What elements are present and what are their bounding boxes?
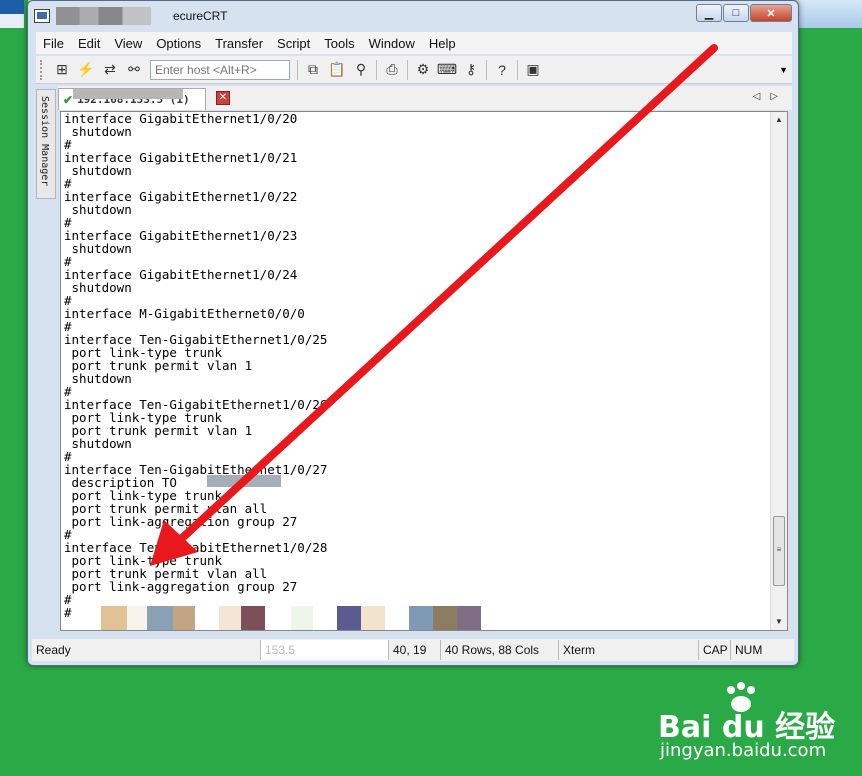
menu-tools[interactable]: Tools bbox=[317, 36, 361, 51]
host-input[interactable] bbox=[150, 59, 290, 80]
baidu-url: jingyan.baidu.com bbox=[660, 740, 827, 761]
close-button[interactable]: ✕ bbox=[750, 4, 792, 22]
help-icon[interactable]: ? bbox=[492, 60, 512, 80]
window-title: ecureCRT bbox=[173, 9, 228, 23]
title-redacted bbox=[56, 7, 151, 25]
menu-help[interactable]: Help bbox=[422, 36, 463, 51]
menu-bar: File Edit View Options Transfer Script T… bbox=[36, 32, 792, 54]
menu-file[interactable]: File bbox=[36, 36, 71, 51]
session-manager-label: Session Manager bbox=[39, 96, 50, 187]
tab-scroll-arrows[interactable]: ◁▷ bbox=[753, 91, 788, 102]
status-terminal-size: 40 Rows, 88 Cols bbox=[440, 640, 558, 660]
terminal-line: # bbox=[64, 592, 72, 607]
sftp-icon[interactable]: ⚷ bbox=[461, 60, 481, 80]
toolbar-separator bbox=[297, 59, 298, 80]
minimize-button[interactable]: ▁ bbox=[696, 4, 722, 22]
reconnect-icon[interactable]: ⇄ bbox=[100, 60, 120, 80]
status-terminal-type: Xterm bbox=[558, 640, 698, 660]
prompt-redacted bbox=[101, 606, 481, 630]
window-controls: ▁ □ ✕ bbox=[695, 4, 792, 22]
scroll-down-icon[interactable]: ▼ bbox=[771, 614, 787, 630]
screen-icon[interactable]: ▣ bbox=[523, 60, 543, 80]
terminal-line: shutdown bbox=[64, 436, 132, 451]
vertical-scrollbar[interactable]: ▲ ≡ ▼ bbox=[770, 112, 787, 630]
connect-icon[interactable]: ⊞ bbox=[52, 60, 72, 80]
desktop-icon bbox=[0, 0, 24, 14]
toolbar-grip[interactable] bbox=[40, 59, 46, 80]
toolbar: ⊞ ⚡ ⇄ ⚯ ⧉ 📋 ⚲ ⎙ ⚙ ⌨ ⚷ ? ▣ ▼ bbox=[36, 56, 792, 84]
terminal-view[interactable]: interface GigabitEthernet1/0/20 shutdown… bbox=[60, 111, 788, 631]
terminal-output: interface GigabitEthernet1/0/20 shutdown… bbox=[64, 112, 327, 619]
toolbar-separator bbox=[407, 59, 408, 80]
tab-redacted bbox=[73, 89, 183, 99]
status-cursor-position: 40, 19 bbox=[388, 640, 440, 660]
find-icon[interactable]: ⚲ bbox=[351, 60, 371, 80]
copy-icon[interactable]: ⧉ bbox=[303, 60, 323, 80]
connected-check-icon: ✔ bbox=[63, 92, 74, 107]
terminal-line: port link-aggregation group 27 bbox=[64, 579, 298, 594]
status-bar: Ready 153.5 40, 19 40 Rows, 88 Cols Xter… bbox=[32, 639, 794, 661]
baidu-watermark: Bai du 经验 jingyan.baidu.com bbox=[630, 676, 860, 776]
securecrt-window: ecureCRT ▁ □ ✕ File Edit View Options Tr… bbox=[27, 0, 799, 666]
status-host-redacted: 153.5 bbox=[260, 640, 388, 660]
terminal-line: shutdown bbox=[64, 280, 132, 295]
session-manager-tab[interactable]: Session Manager bbox=[36, 89, 56, 199]
terminal-line: port link-aggregation group 27 bbox=[64, 514, 298, 529]
terminal-line: shutdown bbox=[64, 124, 132, 139]
desktop-corner bbox=[798, 0, 862, 28]
print-icon[interactable]: ⎙ bbox=[382, 60, 402, 80]
menu-edit[interactable]: Edit bbox=[71, 36, 107, 51]
session-tab[interactable]: ✔ 192.168.153.5 (1) bbox=[58, 88, 206, 110]
toolbar-separator bbox=[376, 59, 377, 80]
title-bar[interactable]: ecureCRT ▁ □ ✕ bbox=[28, 1, 798, 31]
toolbar-overflow-icon[interactable]: ▼ bbox=[779, 65, 788, 75]
disconnect-icon[interactable]: ⚯ bbox=[124, 60, 144, 80]
toolbar-separator bbox=[517, 59, 518, 80]
keymap-icon[interactable]: ⌨ bbox=[437, 60, 457, 80]
menu-view[interactable]: View bbox=[107, 36, 149, 51]
terminal-line: interface M-GigabitEthernet0/0/0 bbox=[64, 306, 305, 321]
settings-icon[interactable]: ⚙ bbox=[413, 60, 433, 80]
desktop-icon bbox=[0, 14, 24, 28]
terminal-line: shutdown bbox=[64, 202, 132, 217]
menu-options[interactable]: Options bbox=[149, 36, 208, 51]
quick-connect-icon[interactable]: ⚡ bbox=[76, 60, 96, 80]
maximize-button[interactable]: □ bbox=[723, 4, 749, 22]
menu-transfer[interactable]: Transfer bbox=[208, 36, 270, 51]
description-redacted bbox=[207, 475, 281, 487]
desktop-left-edge bbox=[0, 0, 28, 776]
menu-window[interactable]: Window bbox=[362, 36, 422, 51]
status-num: NUM bbox=[730, 640, 770, 660]
close-tab-icon[interactable]: ✕ bbox=[216, 91, 230, 105]
terminal-line: shutdown bbox=[64, 163, 132, 178]
terminal-line: shutdown bbox=[64, 241, 132, 256]
status-cap: CAP bbox=[698, 640, 730, 660]
scroll-thumb[interactable]: ≡ bbox=[773, 516, 785, 586]
status-ready: Ready bbox=[36, 643, 71, 657]
securecrt-app-icon[interactable] bbox=[34, 9, 50, 23]
paste-icon[interactable]: 📋 bbox=[327, 60, 347, 80]
scroll-up-icon[interactable]: ▲ bbox=[771, 112, 787, 128]
terminal-line: shutdown bbox=[64, 371, 132, 386]
session-tab-bar: ✔ 192.168.153.5 (1) ✕ ◁▷ bbox=[58, 86, 792, 110]
toolbar-separator bbox=[486, 59, 487, 80]
menu-script[interactable]: Script bbox=[270, 36, 317, 51]
